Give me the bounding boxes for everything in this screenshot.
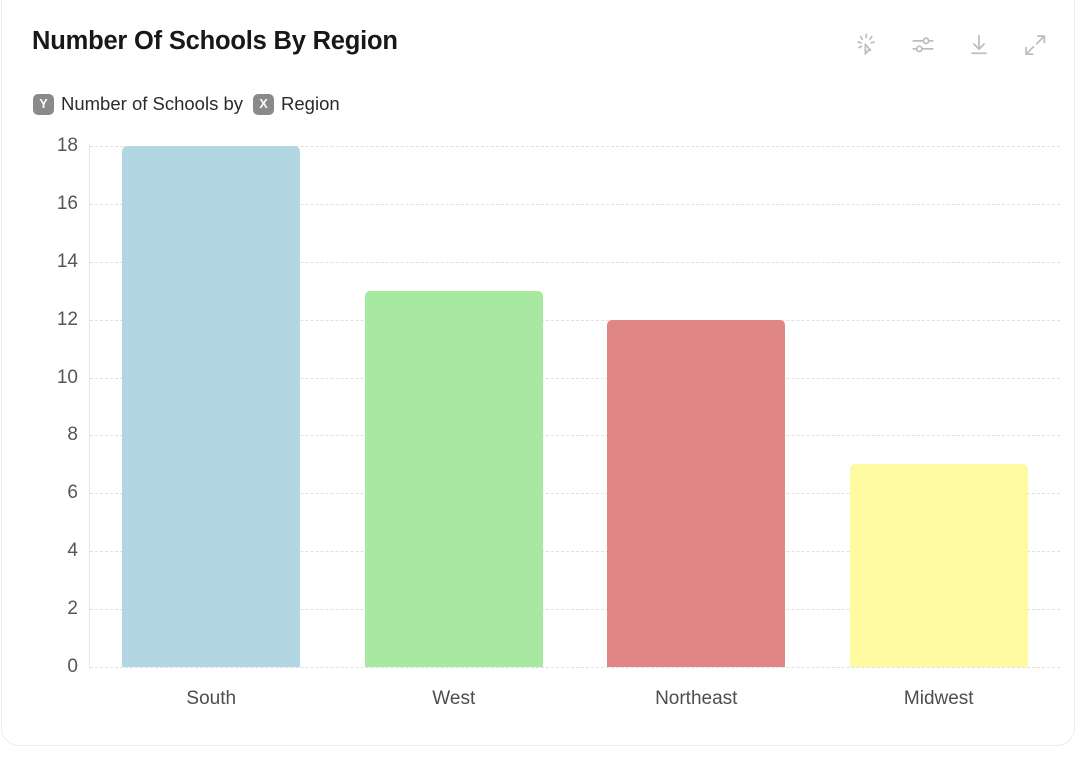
- y-axis-tick-label: 18: [56, 135, 78, 156]
- y-axis-tick-label: 10: [56, 366, 78, 388]
- chart-plot-area: 0 2 4 6 8 10 12 14 16 18 South West Northeast Midwes…: [2, 0, 1080, 746]
- y-axis-tick-label: 12: [56, 308, 78, 330]
- x-axis-tick-label: South: [186, 688, 237, 709]
- x-axis-tick-label: Northeast: [655, 688, 738, 709]
- bars-layer: [90, 146, 1060, 667]
- y-axis-tick-label: 2: [67, 598, 78, 620]
- y-axis-tick-label: 6: [67, 482, 78, 504]
- y-axis-tick-label: 16: [56, 192, 78, 214]
- bar-west[interactable]: [364, 290, 543, 667]
- y-axis-tick-label: 8: [67, 424, 78, 446]
- bar-midwest[interactable]: [849, 464, 1028, 667]
- y-axis-tick-label: 14: [56, 250, 78, 272]
- x-axis-tick-label: West: [432, 688, 476, 709]
- x-axis-tick-label: Midwest: [903, 688, 974, 709]
- y-axis-tick-label: 4: [67, 540, 78, 562]
- y-axis-tick-label: 0: [67, 656, 78, 677]
- gridline: [90, 667, 1060, 668]
- chart-card: Number Of Schools By Region Y Number of …: [1, 0, 1075, 746]
- bar-northeast[interactable]: [607, 319, 786, 667]
- bar-south[interactable]: [122, 146, 301, 667]
